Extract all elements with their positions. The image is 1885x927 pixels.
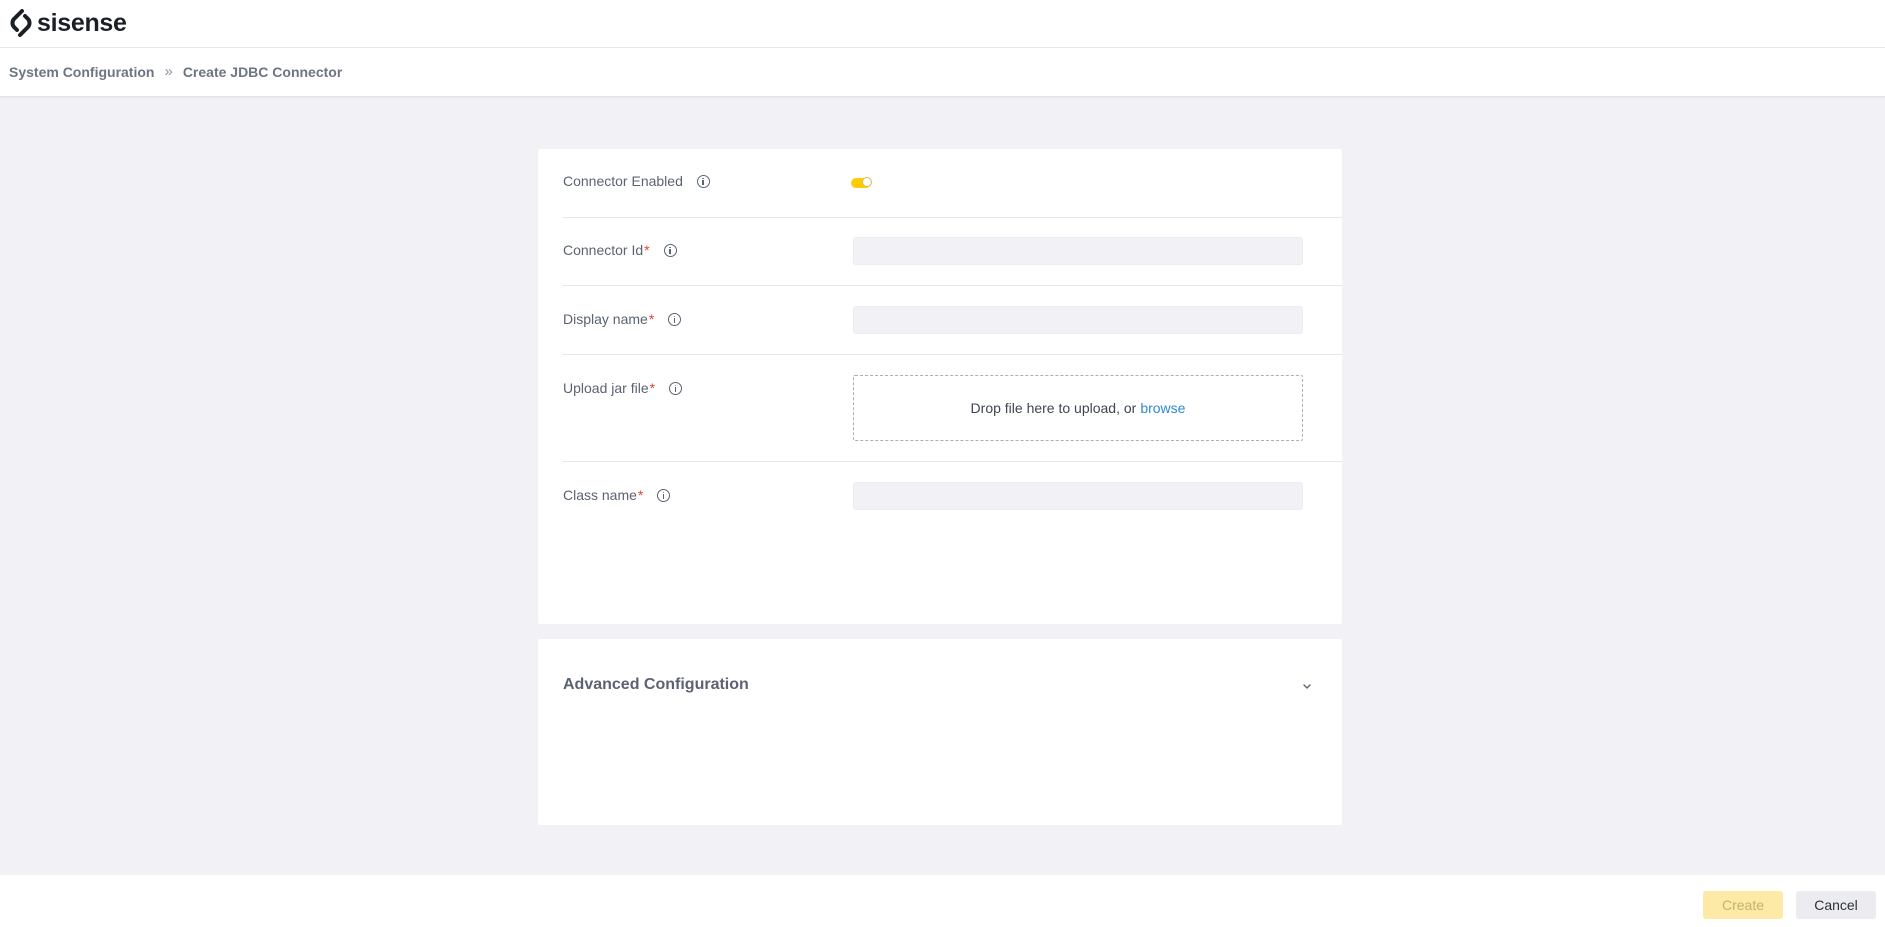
sisense-logo[interactable]: sisense bbox=[8, 9, 127, 37]
breadcrumb-separator: » bbox=[164, 63, 173, 80]
info-icon[interactable] bbox=[663, 243, 677, 257]
breadcrumb: System Configuration » Create JDBC Conne… bbox=[9, 63, 342, 80]
toggle-knob bbox=[862, 177, 872, 187]
info-icon[interactable] bbox=[668, 312, 682, 326]
browse-link[interactable]: browse bbox=[1140, 400, 1185, 416]
advanced-configuration-card: Advanced Configuration bbox=[538, 639, 1342, 825]
upload-jar-label: Upload jar file * bbox=[563, 380, 683, 396]
connector-id-input[interactable] bbox=[853, 237, 1303, 265]
class-name-label: Class name * bbox=[563, 487, 671, 503]
footer-bar: Create Cancel bbox=[0, 875, 1885, 927]
display-name-label: Display name * bbox=[563, 311, 682, 327]
divider bbox=[563, 285, 1343, 286]
class-name-label-text: Class name bbox=[563, 487, 637, 503]
connector-enabled-label: Connector Enabled bbox=[563, 173, 710, 189]
required-mark: * bbox=[644, 242, 650, 258]
connector-id-label: Connector Id * bbox=[563, 242, 677, 258]
display-name-label-text: Display name bbox=[563, 311, 648, 327]
connector-id-label-text: Connector Id bbox=[563, 242, 644, 258]
divider bbox=[563, 354, 1343, 355]
sisense-logo-icon bbox=[10, 9, 32, 37]
top-bar: sisense bbox=[0, 0, 1885, 48]
required-mark: * bbox=[648, 311, 655, 327]
info-icon[interactable] bbox=[696, 174, 710, 188]
connector-enabled-toggle[interactable] bbox=[851, 177, 872, 188]
info-icon[interactable] bbox=[657, 488, 671, 502]
dropzone-text: Drop file here to upload, or bbox=[970, 400, 1137, 416]
display-name-input[interactable] bbox=[853, 306, 1303, 334]
advanced-configuration-title[interactable]: Advanced Configuration bbox=[563, 676, 749, 694]
divider bbox=[563, 461, 1343, 462]
breadcrumb-bar: System Configuration » Create JDBC Conne… bbox=[0, 48, 1885, 97]
divider bbox=[563, 217, 1343, 218]
breadcrumb-create-jdbc-connector: Create JDBC Connector bbox=[182, 63, 343, 80]
cancel-button[interactable]: Cancel bbox=[1796, 891, 1876, 919]
connector-form-card: Connector Enabled Connector Id * Display … bbox=[538, 149, 1343, 624]
info-icon[interactable] bbox=[669, 381, 683, 395]
create-button[interactable]: Create bbox=[1703, 891, 1783, 919]
breadcrumb-system-configuration[interactable]: System Configuration bbox=[9, 64, 154, 80]
class-name-input[interactable] bbox=[853, 482, 1303, 510]
required-mark: * bbox=[637, 487, 644, 503]
chevron-down-icon[interactable] bbox=[1300, 679, 1314, 693]
logo-text: sisense bbox=[37, 8, 127, 37]
jar-file-dropzone[interactable]: Drop file here to upload, or browse bbox=[853, 375, 1303, 441]
upload-jar-label-text: Upload jar file bbox=[563, 380, 649, 396]
connector-enabled-label-text: Connector Enabled bbox=[563, 173, 683, 189]
required-mark: * bbox=[649, 380, 656, 396]
